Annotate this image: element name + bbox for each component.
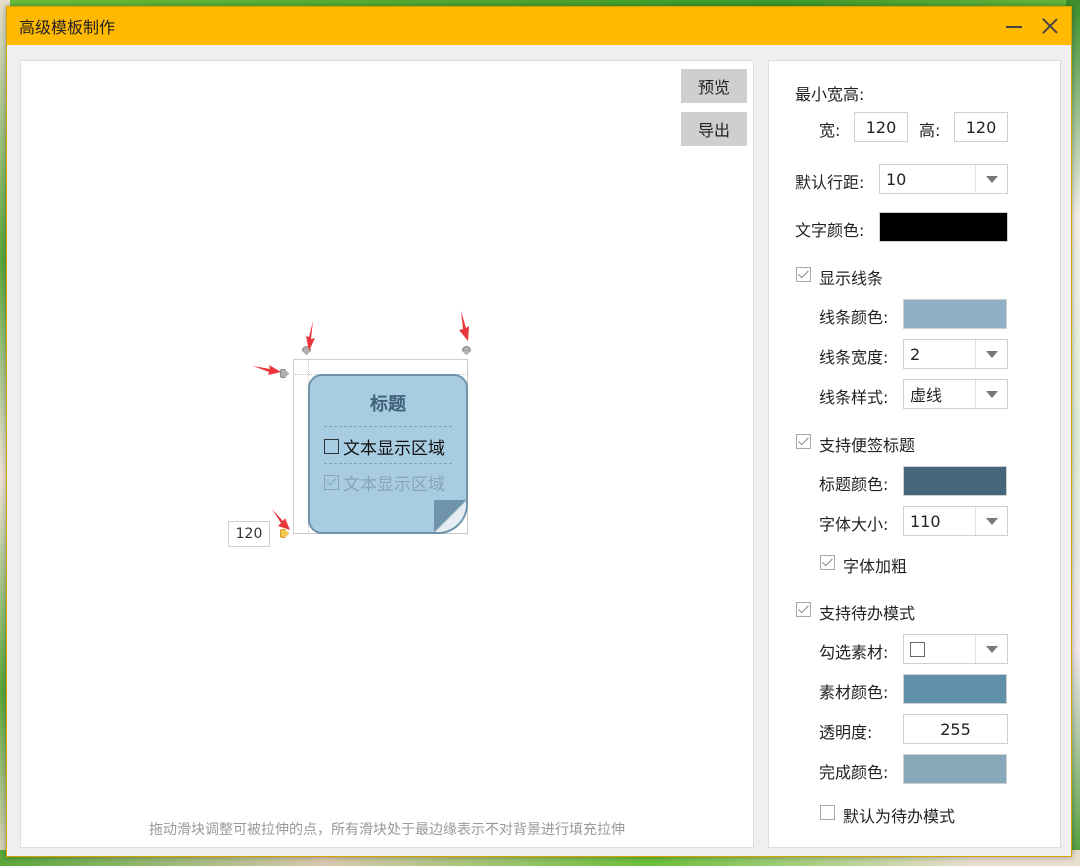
opacity-input[interactable]: 255 (903, 714, 1008, 744)
title-bar[interactable]: 高级模板制作 (7, 7, 1071, 45)
chevron-down-icon (975, 635, 1007, 663)
default-todo-label: 默认为待办模式 (843, 807, 956, 826)
empty-checkbox-icon (910, 641, 925, 657)
note-title: 标题 (370, 394, 406, 415)
checked-box-icon (324, 475, 339, 490)
text-color-label: 文字颜色: (795, 221, 865, 240)
line-width-label: 线条宽度: (819, 348, 889, 367)
chevron-down-icon (975, 340, 1007, 368)
red-arrow-icon (459, 311, 469, 341)
support-title-checkbox[interactable] (796, 434, 811, 449)
show-lines-label: 显示线条 (819, 269, 884, 288)
check-material-select[interactable] (903, 634, 1008, 664)
window-controls (999, 7, 1071, 45)
sticky-note-preview: 标题 文本显示区域 文本显示区域 (308, 374, 468, 534)
line-spacing-label: 默认行距: (795, 173, 865, 192)
close-icon (1041, 17, 1059, 35)
note-separator (324, 426, 452, 427)
export-button[interactable]: 导出 (681, 112, 747, 146)
template-editor-window: 高级模板制作 预览 导出 标题 文本显示区域 文本显示区域 120 拖动滑块调整… (6, 6, 1072, 857)
note-done-item: 文本显示区域 (324, 470, 445, 495)
red-arrow-icon (253, 365, 281, 375)
canvas-panel: 预览 导出 标题 文本显示区域 文本显示区域 120 拖动滑块调整可被拉伸的点，… (20, 60, 754, 848)
title-color-swatch[interactable] (903, 466, 1007, 496)
minimize-icon (1006, 26, 1022, 28)
height-input[interactable]: 120 (954, 112, 1008, 142)
settings-panel: 最小宽高: 宽: 120 高: 120 默认行距: 10 文字颜色: 显示线条 … (768, 60, 1061, 848)
bold-checkbox[interactable] (820, 555, 835, 570)
material-color-label: 素材颜色: (819, 683, 889, 702)
width-input[interactable]: 120 (854, 112, 908, 142)
default-todo-checkbox[interactable] (820, 805, 835, 820)
show-lines-checkbox[interactable] (796, 267, 811, 282)
hint-text: 拖动滑块调整可被拉伸的点，所有滑块处于最边缘表示不对背景进行填充拉伸 (149, 822, 625, 838)
note-todo-item: 文本显示区域 (324, 434, 445, 459)
window-title: 高级模板制作 (19, 18, 116, 37)
note-separator (324, 463, 452, 464)
line-spacing-select[interactable]: 10 (879, 164, 1008, 194)
line-style-label: 线条样式: (819, 388, 889, 407)
note-item-text: 文本显示区域 (343, 439, 445, 459)
stretch-handle-top-right[interactable] (462, 346, 471, 355)
red-arrow-icon (272, 509, 290, 530)
min-size-label: 最小宽高: (795, 85, 865, 104)
bold-label: 字体加粗 (843, 557, 908, 576)
line-width-value: 2 (910, 344, 921, 364)
line-width-select[interactable]: 2 (903, 339, 1008, 369)
red-arrow-icon (306, 321, 315, 351)
preview-button[interactable]: 预览 (681, 69, 747, 103)
width-label: 宽: (819, 121, 841, 140)
line-color-label: 线条颜色: (819, 308, 889, 327)
title-color-label: 标题颜色: (819, 475, 889, 494)
chevron-down-icon (975, 165, 1007, 193)
font-size-select[interactable]: 110 (903, 506, 1008, 536)
opacity-label: 透明度: (819, 723, 873, 742)
close-button[interactable] (1029, 7, 1071, 45)
support-todo-checkbox[interactable] (796, 602, 811, 617)
height-label: 高: (919, 121, 941, 140)
done-color-swatch[interactable] (903, 754, 1007, 784)
support-title-label: 支持便签标题 (819, 436, 916, 455)
stretch-value-label: 120 (228, 521, 270, 547)
line-style-select[interactable]: 虚线 (903, 379, 1008, 409)
check-material-label: 勾选素材: (819, 643, 889, 662)
page-curl-corner (434, 500, 466, 532)
stretch-handle-left-top[interactable] (280, 369, 289, 378)
support-todo-label: 支持待办模式 (819, 604, 916, 623)
font-size-label: 字体大小: (819, 515, 889, 534)
chevron-down-icon (975, 380, 1007, 408)
material-color-swatch[interactable] (903, 674, 1007, 704)
font-size-value: 110 (910, 511, 941, 531)
text-color-swatch[interactable] (879, 212, 1008, 242)
check-material-value (904, 641, 975, 657)
minimize-button[interactable] (999, 7, 1029, 45)
line-style-value: 虚线 (910, 386, 943, 405)
line-color-swatch[interactable] (903, 299, 1007, 329)
chevron-down-icon (975, 507, 1007, 535)
unchecked-box-icon (324, 439, 339, 454)
line-spacing-value: 10 (886, 169, 907, 189)
done-color-label: 完成颜色: (819, 763, 889, 782)
note-done-text: 文本显示区域 (343, 475, 445, 495)
